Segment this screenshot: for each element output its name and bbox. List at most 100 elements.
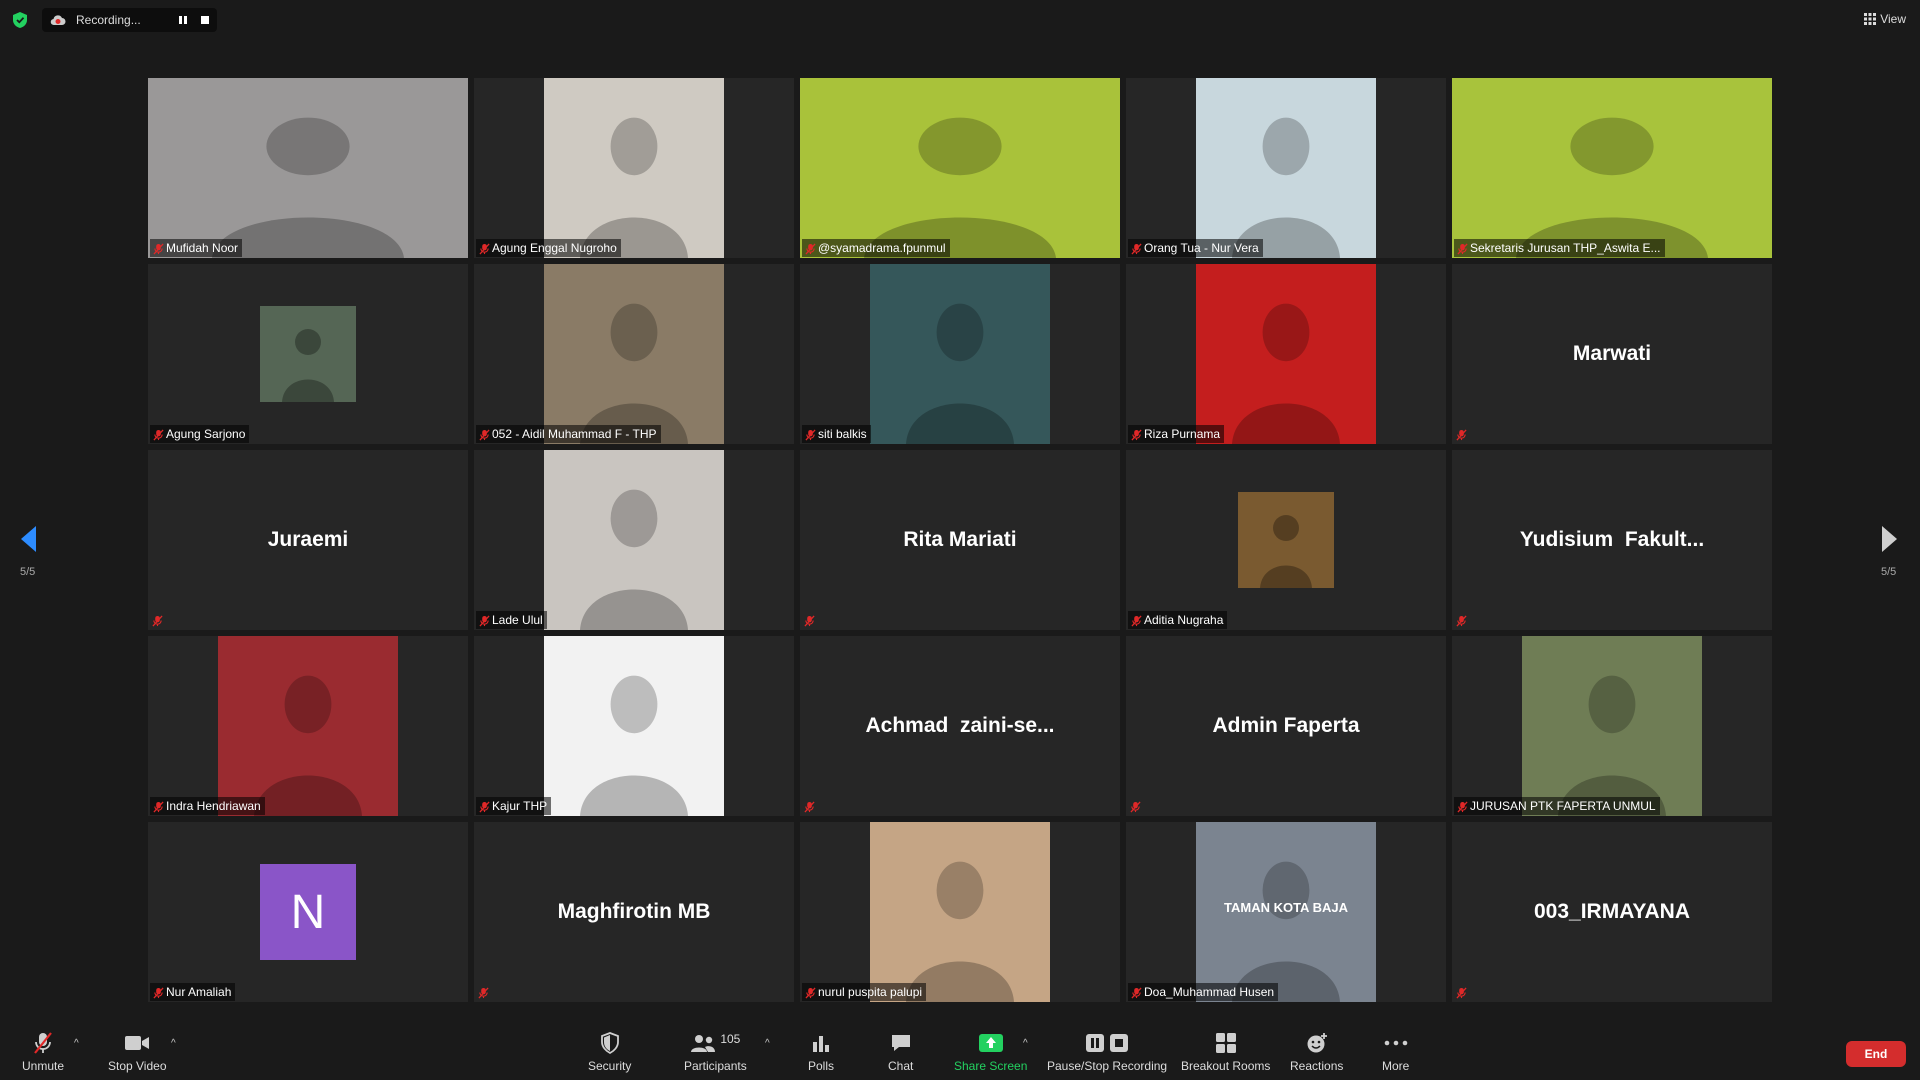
participant-tile[interactable]: 052 - Aidil Muhammad F - THP	[474, 264, 794, 444]
participant-name-label: JURUSAN PTK FAPERTA UNMUL	[1454, 797, 1660, 815]
recording-indicator: Recording...	[42, 8, 217, 32]
participant-name: nurul puspita palupi	[818, 985, 923, 999]
grid-view-icon	[1864, 13, 1877, 25]
chat-button[interactable]: Chat	[888, 1030, 913, 1073]
stop-recording-button[interactable]	[198, 13, 212, 27]
stop-recording-icon	[1110, 1034, 1129, 1052]
participant-tile[interactable]: Lade Ulul	[474, 450, 794, 630]
previous-page-arrow-icon[interactable]	[18, 524, 38, 554]
more-label: More	[1382, 1059, 1410, 1073]
muted-microphone-icon	[1131, 986, 1142, 999]
participant-name: Agung Sarjono	[166, 427, 246, 441]
person-silhouette-icon	[1260, 515, 1312, 588]
cloud-record-icon	[50, 15, 66, 26]
participant-tile[interactable]: Yudisium Fakult...	[1452, 450, 1772, 630]
participant-tile[interactable]: Maghfirotin MB	[474, 822, 794, 1002]
pause-stop-recording-button[interactable]: Pause/Stop Recording	[1047, 1030, 1167, 1073]
share-screen-label: Share Screen	[954, 1059, 1028, 1073]
participant-tile[interactable]: N Nur Amaliah	[148, 822, 468, 1002]
participant-name-label: @syamadrama.fpunmul	[802, 239, 950, 257]
participant-name-label: Agung Enggal Nugroho	[476, 239, 621, 257]
muted-microphone-icon	[1457, 800, 1468, 813]
breakout-rooms-icon	[1215, 1033, 1236, 1053]
view-button[interactable]: View	[1864, 12, 1906, 26]
participant-display-name: Yudisium Fakult...	[1519, 528, 1705, 551]
video-camera-icon	[125, 1036, 150, 1050]
participant-tile[interactable]: Aditia Nugraha	[1126, 450, 1446, 630]
breakout-rooms-button[interactable]: Breakout Rooms	[1181, 1030, 1270, 1073]
share-screen-arrow-icon	[978, 1034, 1003, 1052]
stop-video-label: Stop Video	[108, 1059, 167, 1073]
participant-tile[interactable]: Rita Mariati	[800, 450, 1120, 630]
security-shield-outline-icon	[600, 1032, 619, 1054]
participant-tile[interactable]: Juraemi	[148, 450, 468, 630]
participant-tile[interactable]: 003_IRMAYANA	[1452, 822, 1772, 1002]
participant-video	[218, 636, 398, 816]
participant-name: @syamadrama.fpunmul	[818, 241, 946, 255]
participant-tile[interactable]: Kajur THP	[474, 636, 794, 816]
muted-microphone-icon	[1456, 614, 1468, 627]
muted-microphone-icon	[479, 614, 490, 627]
participant-tile[interactable]: Indra Hendriawan	[148, 636, 468, 816]
participant-tile[interactable]: Achmad zaini-se...	[800, 636, 1120, 816]
participant-tile[interactable]: siti balkis	[800, 264, 1120, 444]
muted-microphone-icon	[1456, 986, 1468, 999]
participant-tile[interactable]: Agung Sarjono	[148, 264, 468, 444]
muted-microphone-icon	[478, 986, 490, 999]
participant-tile[interactable]: JURUSAN PTK FAPERTA UNMUL	[1452, 636, 1772, 816]
participant-tile[interactable]: Agung Enggal Nugroho	[474, 78, 794, 258]
security-button[interactable]: Security	[588, 1030, 631, 1073]
video-options-caret-icon[interactable]: ^	[171, 1038, 176, 1049]
participants-options-caret-icon[interactable]: ^	[765, 1038, 770, 1049]
unmute-label: Unmute	[22, 1059, 65, 1073]
person-silhouette-icon	[1558, 675, 1666, 816]
share-options-caret-icon[interactable]: ^	[1023, 1038, 1028, 1049]
participant-tile[interactable]: Mufidah Noor	[148, 78, 468, 258]
pause-recording-icon	[1086, 1034, 1105, 1052]
audio-options-caret-icon[interactable]: ^	[74, 1038, 79, 1049]
meeting-toolbar: Unmute ^ Stop Video ^ Security 105 Parti…	[0, 1024, 1920, 1080]
reactions-button[interactable]: Reactions	[1290, 1030, 1343, 1073]
participant-tile[interactable]: Admin Faperta	[1126, 636, 1446, 816]
muted-microphone-icon	[1131, 614, 1142, 627]
participant-tile[interactable]: Riza Purnama	[1126, 264, 1446, 444]
end-meeting-button[interactable]: End	[1846, 1041, 1906, 1067]
muted-microphone-icon	[34, 1032, 52, 1054]
view-label: View	[1880, 12, 1906, 26]
next-page-arrow-icon[interactable]	[1880, 524, 1900, 554]
muted-microphone-icon	[479, 242, 490, 255]
participant-name: Indra Hendriawan	[166, 799, 261, 813]
participant-name-label: Kajur THP	[476, 797, 552, 815]
person-silhouette-icon	[1516, 117, 1708, 258]
share-screen-button[interactable]: Share Screen	[954, 1030, 1027, 1073]
participant-name: Lade Ulul	[492, 613, 543, 627]
participant-tile[interactable]: Orang Tua - Nur Vera	[1126, 78, 1446, 258]
breakout-rooms-label: Breakout Rooms	[1181, 1059, 1271, 1073]
participant-display-name: Marwati	[1572, 342, 1652, 365]
muted-microphone-icon	[1131, 428, 1142, 441]
page-indicator-left: 5/5	[20, 566, 36, 578]
participant-tile[interactable]: Sekretaris Jurusan THP_Aswita E...	[1452, 78, 1772, 258]
unmute-button[interactable]: Unmute	[22, 1030, 64, 1073]
stop-video-button[interactable]: Stop Video	[108, 1030, 167, 1073]
pause-recording-button[interactable]	[176, 13, 190, 27]
muted-microphone-icon	[1130, 800, 1142, 813]
person-silhouette-icon	[906, 861, 1014, 1002]
participant-tile[interactable]: Marwati	[1452, 264, 1772, 444]
participant-tile[interactable]: nurul puspita palupi	[800, 822, 1120, 1002]
participant-tile[interactable]: TAMAN KOTA BAJA Doa_Muhammad Husen	[1126, 822, 1446, 1002]
person-silhouette-icon	[254, 675, 362, 816]
participant-name-label: Agung Sarjono	[150, 425, 250, 443]
polls-button[interactable]: Polls	[808, 1030, 834, 1073]
participant-display-name: Rita Mariati	[903, 528, 1017, 551]
more-button[interactable]: More	[1382, 1030, 1409, 1073]
top-bar: Recording... View	[0, 0, 1920, 40]
page-indicator-right: 5/5	[1881, 566, 1897, 578]
participant-video	[870, 264, 1050, 444]
participants-button[interactable]: 105 Participants	[684, 1030, 747, 1073]
participant-name-label: Doa_Muhammad Husen	[1128, 983, 1279, 1001]
participant-name: Aditia Nugraha	[1144, 613, 1224, 627]
participant-tile[interactable]: @syamadrama.fpunmul	[800, 78, 1120, 258]
gallery-grid: Mufidah Noor Agung Enggal Nugroho @syamadr…	[148, 78, 1773, 1002]
participant-initial-avatar: N	[260, 864, 356, 960]
